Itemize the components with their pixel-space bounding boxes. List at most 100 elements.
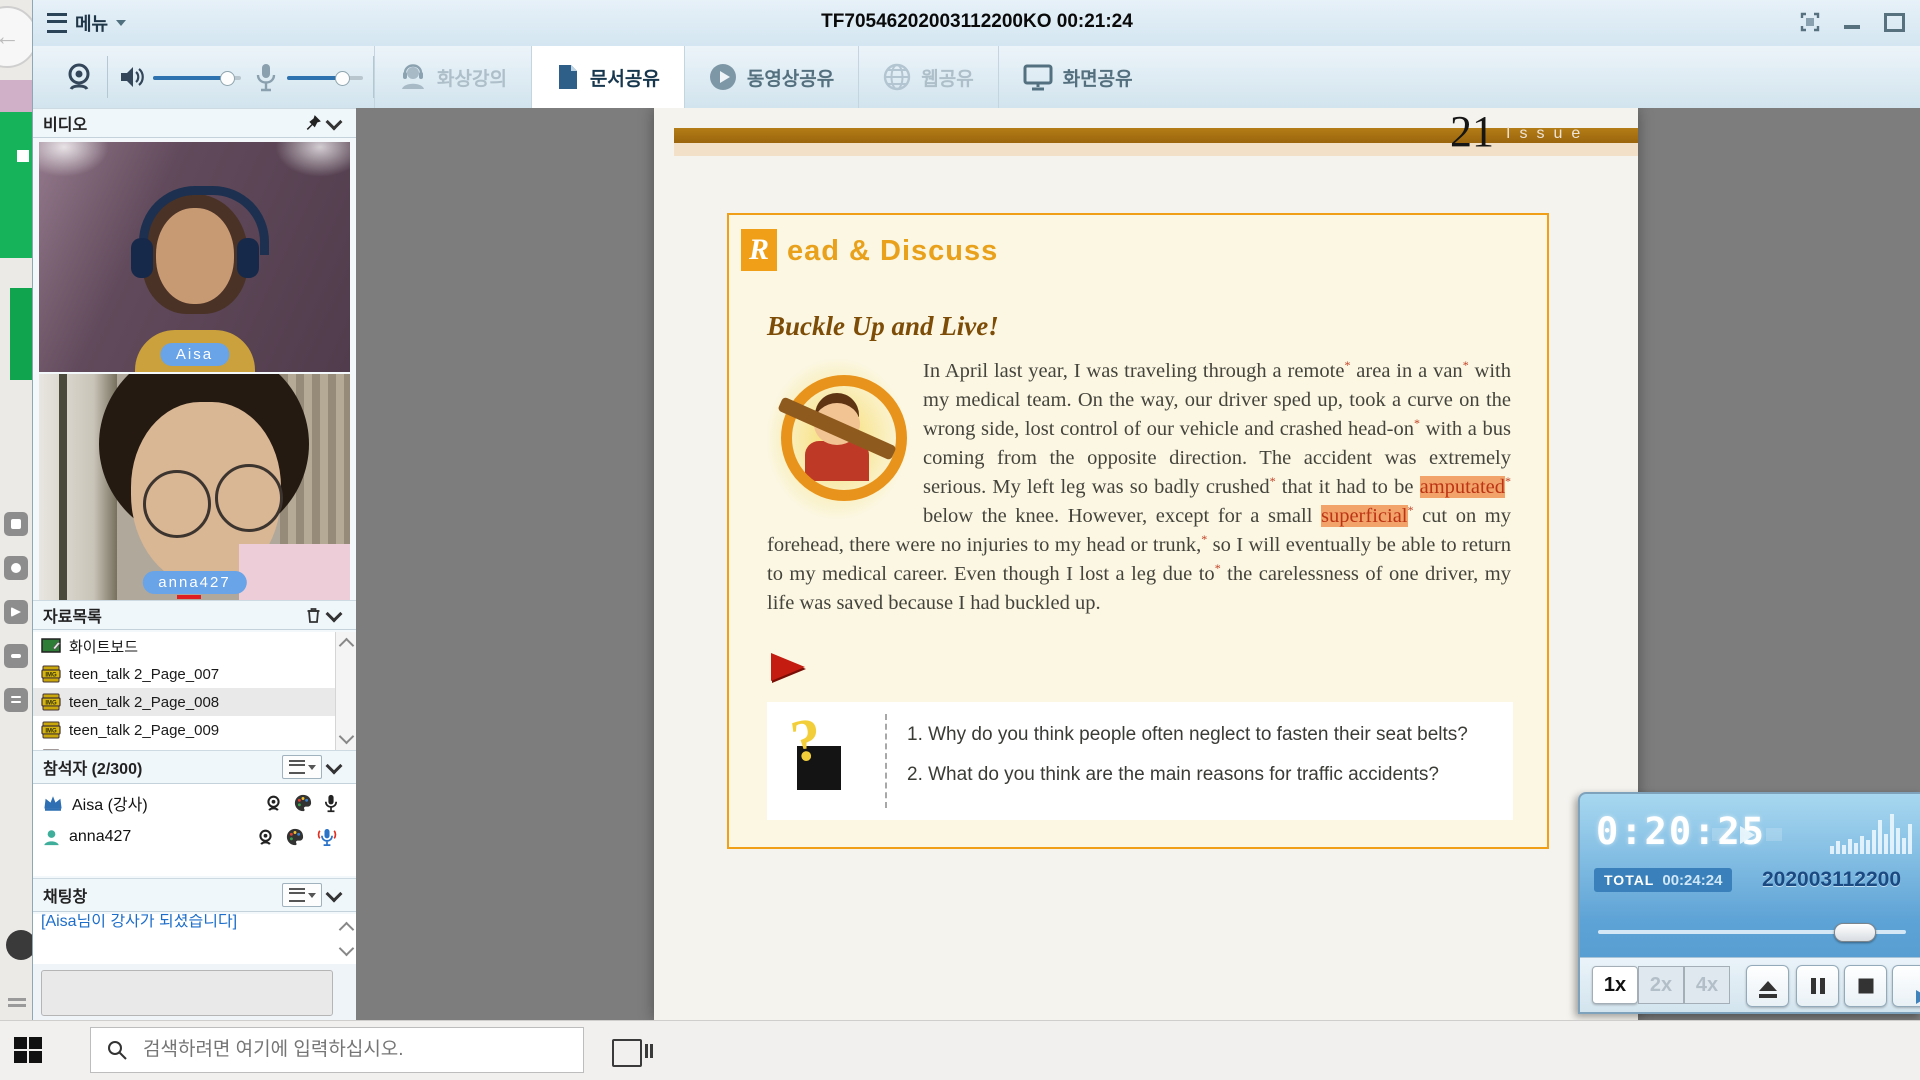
toolbar: 화상강의 문서공유 동영상공유 xyxy=(33,46,1920,109)
no-seatbelt-illustration xyxy=(767,359,907,519)
swap-button[interactable] xyxy=(1892,965,1920,1007)
video-panel-header: 비디오 xyxy=(33,108,356,138)
mic-icon[interactable] xyxy=(255,62,277,92)
screen: ← 메뉴 TF70546202003112200KO 00:21:24 xyxy=(0,0,1920,1080)
scroll-down-icon[interactable] xyxy=(339,729,355,745)
tab-screen-share[interactable]: 화면공유 xyxy=(998,46,1157,108)
image-file-icon: IMG xyxy=(41,665,61,683)
pin-icon[interactable] xyxy=(304,114,322,132)
search-input[interactable] xyxy=(141,1038,525,1062)
stop-button[interactable] xyxy=(1844,965,1887,1007)
list-item-whiteboard[interactable]: 화이트보드 xyxy=(33,632,356,660)
total-label: TOTAL xyxy=(1604,872,1654,888)
image-file-icon: IMG xyxy=(41,693,61,711)
share-mode-buttons: 화상강의 문서공유 동영상공유 xyxy=(374,46,1157,108)
questions-box: ? 1. Why do you think people often negle… xyxy=(767,702,1513,820)
tab-label: 문서공유 xyxy=(590,64,660,91)
webcam-icon[interactable] xyxy=(63,61,95,93)
highlighted-word: amputated xyxy=(1420,476,1505,498)
chevron-down-icon[interactable] xyxy=(326,885,343,902)
seek-bar[interactable] xyxy=(1598,930,1906,934)
background-circle xyxy=(6,930,32,960)
seek-handle[interactable] xyxy=(1834,923,1876,942)
scroll-up-icon[interactable] xyxy=(339,922,355,938)
list-view-button[interactable] xyxy=(282,755,322,779)
maximize-icon[interactable] xyxy=(1884,13,1905,32)
chevron-down-icon[interactable] xyxy=(326,113,343,130)
participants-panel-header: 참석자 (2/300) xyxy=(33,750,356,784)
scroll-down-icon[interactable] xyxy=(339,941,355,957)
question-mark-icon: ? xyxy=(786,704,825,777)
share-icon xyxy=(4,512,28,536)
speed-2x-button[interactable]: 2x xyxy=(1638,966,1684,1004)
list-item-label: teen_talk 2_Page_008 xyxy=(69,694,219,711)
play-icon[interactable] xyxy=(1740,826,1755,844)
tab-document-share[interactable]: 문서공유 xyxy=(531,46,684,108)
chat-log[interactable]: [Aisa님이 강사가 되셨습니다] xyxy=(33,914,356,965)
video-thumbnail-aisa[interactable]: Aisa xyxy=(39,142,350,372)
participant-row-attendee[interactable]: anna427 xyxy=(33,818,356,852)
eject-button[interactable] xyxy=(1746,965,1789,1007)
list-item-label: teen_talk 2_Page_009 xyxy=(69,722,219,739)
video-thumbnail-anna427[interactable]: anna427 xyxy=(39,374,350,600)
list-item-page007[interactable]: IMG teen_talk 2_Page_007 xyxy=(33,660,356,688)
tab-video-lecture[interactable]: 화상강의 xyxy=(374,46,531,108)
article-paragraph: In April last year, I was traveling thro… xyxy=(767,357,1511,618)
webcam-icon xyxy=(257,829,274,846)
pointer-annotation xyxy=(771,653,805,681)
volume-slider[interactable] xyxy=(153,76,241,80)
taskbar-search[interactable] xyxy=(90,1027,584,1073)
video-name-badge: Aisa xyxy=(160,343,229,366)
participant-row-host[interactable]: Aisa (강사) xyxy=(33,784,356,818)
chat-scrollbar[interactable] xyxy=(336,916,354,962)
mic-slider[interactable] xyxy=(287,76,363,80)
background-green-app xyxy=(0,112,32,258)
share-icon xyxy=(4,688,28,712)
speaker-icon[interactable] xyxy=(119,64,145,90)
video-panel-title: 비디오 xyxy=(43,111,304,135)
palette-icon xyxy=(286,828,304,846)
chat-message: [Aisa님이 강사가 되셨습니다] xyxy=(41,914,237,931)
equalizer-icon xyxy=(1830,812,1912,854)
chat-input[interactable] xyxy=(41,970,333,1016)
task-view-icon[interactable] xyxy=(612,1039,642,1067)
materials-list: 화이트보드 IMG teen_talk 2_Page_007 xyxy=(33,632,356,751)
player-deco xyxy=(1766,828,1782,841)
tab-web-share[interactable]: 웹공유 xyxy=(858,46,997,108)
pause-button[interactable] xyxy=(1796,965,1839,1007)
total-time-badge: TOTAL 00:24:24 xyxy=(1594,868,1732,892)
start-button[interactable] xyxy=(14,1037,44,1065)
divider xyxy=(107,56,108,98)
webcam-icon xyxy=(265,795,282,812)
section-title: ead & Discuss xyxy=(787,235,998,268)
trash-icon[interactable] xyxy=(305,606,322,624)
chevron-down-icon[interactable] xyxy=(326,757,343,774)
taskbar: e 오후 6:36 2020-03-16 xyxy=(0,1020,1920,1080)
chat-options-button[interactable] xyxy=(282,883,322,907)
tab-video-share[interactable]: 동영상공유 xyxy=(684,46,858,108)
background-green-button xyxy=(10,288,32,380)
svg-text:IMG: IMG xyxy=(45,701,57,707)
list-item-page009[interactable]: IMG teen_talk 2_Page_009 xyxy=(33,716,356,744)
menu-button[interactable]: 메뉴 xyxy=(47,11,126,35)
expand-icon[interactable] xyxy=(1800,12,1820,32)
list-item-page008-selected[interactable]: IMG teen_talk 2_Page_008 xyxy=(33,688,356,716)
materials-panel-header: 자료목록 xyxy=(33,600,356,630)
document-icon xyxy=(556,63,580,91)
read-discuss-box: R ead & Discuss Buckle Up and Live! In A… xyxy=(727,213,1549,849)
background-app-strip: ← xyxy=(0,0,32,1020)
speed-4x-button[interactable]: 4x xyxy=(1684,966,1730,1004)
chevron-down-icon[interactable] xyxy=(326,605,343,622)
participant-name: Aisa (강사) xyxy=(72,791,256,815)
image-file-icon: IMG xyxy=(41,721,61,739)
list-item-label: 화이트보드 xyxy=(69,636,138,657)
globe-icon xyxy=(883,63,911,91)
window-controls xyxy=(1800,12,1905,32)
minimize-icon[interactable] xyxy=(1844,25,1860,29)
scroll-up-icon[interactable] xyxy=(339,638,355,654)
materials-scrollbar[interactable] xyxy=(335,632,356,750)
window-title: TF70546202003112200KO 00:21:24 xyxy=(821,11,1133,33)
whiteboard-icon xyxy=(41,638,61,654)
player-deco xyxy=(1712,828,1728,841)
speed-1x-button[interactable]: 1x xyxy=(1592,966,1638,1004)
